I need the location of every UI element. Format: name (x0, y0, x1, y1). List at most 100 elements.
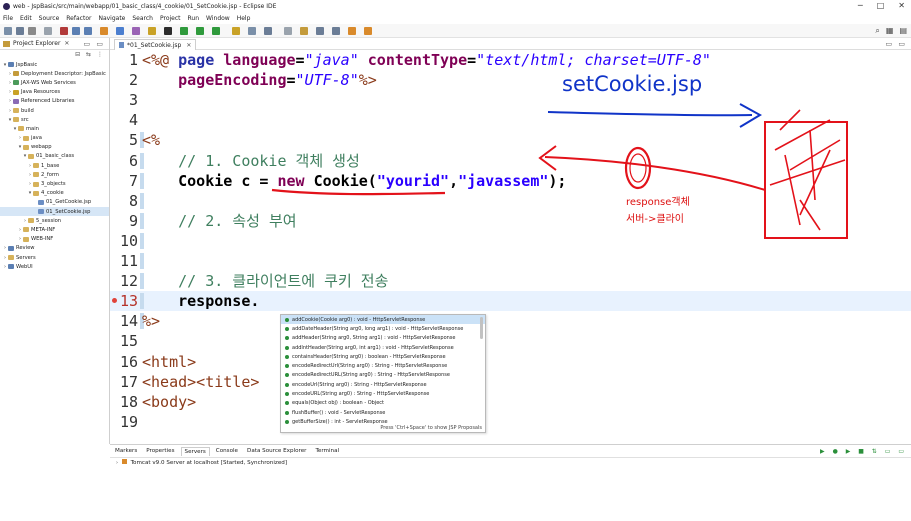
proposal-item[interactable]: encodeURL(String arg0) : String - HttpSe… (281, 389, 485, 398)
menu-source[interactable]: Source (39, 15, 60, 22)
tree-item[interactable]: ▾ 01_basic_class (0, 152, 109, 161)
code-line[interactable]: 8 (110, 191, 911, 211)
tree-item[interactable]: › Review (0, 244, 109, 253)
minimize-icon[interactable]: ─ (858, 1, 863, 10)
prev-edit-icon[interactable] (316, 27, 324, 35)
back-icon[interactable] (348, 27, 356, 35)
gear-icon[interactable] (148, 27, 156, 35)
code-line[interactable]: 17 <head><title> (110, 372, 911, 392)
explorer-view-tab[interactable]: Project Explorer ✕ ▭ ▭ (0, 38, 109, 50)
new-file-icon[interactable] (4, 27, 12, 35)
proposal-item[interactable]: addCookie(Cookie arg0) : void - HttpServ… (281, 315, 485, 325)
tab-terminal[interactable]: Terminal (312, 447, 342, 455)
java-project-icon[interactable] (116, 27, 124, 35)
menu-search[interactable]: Search (132, 15, 153, 22)
debug-config-icon[interactable] (132, 27, 140, 35)
maximize-icon[interactable]: □ (877, 1, 885, 10)
tree-item[interactable]: ▾ JspBasic (0, 60, 109, 69)
code-line[interactable]: 4 (110, 110, 911, 130)
proposal-item[interactable]: encodeRedirectURL(String arg0) : String … (281, 371, 485, 380)
tab-console[interactable]: Console (213, 447, 241, 455)
new-server-icon[interactable] (232, 27, 240, 35)
code-line[interactable]: 15 (110, 331, 911, 351)
menu-file[interactable]: File (3, 15, 13, 22)
code-line[interactable]: 9 // 2. 속성 부여 (110, 211, 911, 231)
menu-edit[interactable]: Edit (20, 15, 32, 22)
code-line[interactable]: 14 %> (110, 311, 911, 331)
code-line[interactable]: 18 <body> (110, 392, 911, 412)
tree-item[interactable]: ▾ webapp (0, 143, 109, 152)
proposal-scrollbar[interactable] (480, 317, 483, 339)
code-line[interactable]: 2 pageEncoding="UTF-8"%> (110, 70, 911, 90)
tree-item[interactable]: ▾ 4_cookie (0, 189, 109, 198)
tree-item[interactable]: › JAX-WS Web Services (0, 78, 109, 87)
tree-item[interactable]: › 5_session (0, 216, 109, 225)
code-line[interactable]: 1 <%@ page language="java" contentType="t… (110, 50, 911, 70)
java-perspective-icon[interactable]: ▤ (899, 26, 907, 36)
pin-icon[interactable] (300, 27, 308, 35)
resume-icon[interactable] (84, 27, 92, 35)
tree-item[interactable]: › WEB-INF (0, 235, 109, 244)
close-icon[interactable]: ✕ (64, 40, 69, 47)
code-line[interactable]: 19 (110, 412, 911, 432)
tree-item[interactable]: ▾ main (0, 124, 109, 133)
close-icon[interactable]: ✕ (186, 42, 191, 49)
tab-properties[interactable]: Properties (143, 447, 177, 455)
tree-item[interactable]: ▾ src (0, 115, 109, 124)
tree-item[interactable]: 01_GetCookie.jsp (0, 198, 109, 207)
code-line[interactable]: 3 (110, 90, 911, 110)
proposal-item[interactable]: equals(Object obj) : boolean - Object (281, 399, 485, 408)
tree-item[interactable]: › Servers (0, 253, 109, 262)
code-line[interactable]: 13 response. (110, 291, 911, 312)
search-tool-icon[interactable] (264, 27, 272, 35)
tree-item[interactable]: › META-INF (0, 225, 109, 234)
tab-01-setcookie[interactable]: *01_SetCookie.jsp ✕ (114, 39, 197, 50)
forward-icon[interactable] (364, 27, 372, 35)
skip-breakpoints-icon[interactable] (100, 27, 108, 35)
tree-item[interactable]: › java (0, 134, 109, 143)
close-icon[interactable]: ✕ (898, 1, 905, 10)
save-icon[interactable] (16, 27, 24, 35)
save-all-icon[interactable] (28, 27, 36, 35)
collapse-all-icon[interactable]: ⊟ ⇆ ⋮ (75, 51, 105, 58)
proposal-item[interactable]: containsHeader(String arg0) : boolean - … (281, 352, 485, 361)
tree-item[interactable]: › Java Resources (0, 88, 109, 97)
view-controls[interactable]: ▭ ▭ (84, 40, 105, 48)
menu-navigate[interactable]: Navigate (98, 15, 125, 22)
code-line[interactable]: 11 (110, 251, 911, 271)
tree-item[interactable]: › build (0, 106, 109, 115)
code-line[interactable]: 10 (110, 231, 911, 251)
tree-item[interactable]: › 1_base (0, 161, 109, 170)
tree-item[interactable]: › WebUI (0, 262, 109, 271)
menu-run[interactable]: Run (188, 15, 200, 22)
open-perspective-icon[interactable]: ▦ (886, 26, 894, 36)
annotation-icon[interactable] (284, 27, 292, 35)
run-icon[interactable] (180, 27, 188, 35)
debug-icon[interactable] (164, 27, 172, 35)
tree-item[interactable]: 01_SetCookie.jsp (0, 207, 109, 217)
code-line[interactable]: 7 Cookie c = new Cookie("yourid","javass… (110, 171, 911, 191)
tab-markers[interactable]: Markers (112, 447, 140, 455)
proposal-item[interactable]: addDateHeader(String arg0, long arg1) : … (281, 324, 485, 333)
coverage-icon[interactable] (196, 27, 204, 35)
menu-help[interactable]: Help (237, 15, 251, 22)
tree-item[interactable]: › 2_form (0, 170, 109, 179)
tree-item[interactable]: › Deployment Descriptor: JspBasic (0, 69, 109, 78)
proposal-item[interactable]: encodeRedirectUrl(String arg0) : String … (281, 361, 485, 370)
code-line[interactable]: 16 <html> (110, 352, 911, 372)
code-editor[interactable]: 1 <%@ page language="java" contentType="t… (110, 50, 911, 444)
editor-view-controls[interactable]: ▭ ▭ (886, 40, 907, 48)
tree-item[interactable]: › 3_objects (0, 179, 109, 188)
proposal-item[interactable]: flushBuffer() : void - ServletResponse (281, 408, 485, 417)
terminal-icon[interactable] (44, 27, 52, 35)
proposal-item[interactable]: addHeader(String arg0, String arg1) : vo… (281, 334, 485, 343)
tree-item[interactable]: › Referenced Libraries (0, 97, 109, 106)
menu-refactor[interactable]: Refactor (66, 15, 91, 22)
step-icon[interactable] (72, 27, 80, 35)
chevron-right-icon[interactable]: › (116, 460, 118, 466)
next-edit-icon[interactable] (332, 27, 340, 35)
menu-project[interactable]: Project (160, 15, 181, 22)
proposal-item[interactable]: encodeUrl(String arg0) : String - HttpSe… (281, 380, 485, 389)
search-icon[interactable]: ⌕ (875, 26, 879, 36)
proposal-item[interactable]: addIntHeader(String arg0, int arg1) : vo… (281, 343, 485, 352)
